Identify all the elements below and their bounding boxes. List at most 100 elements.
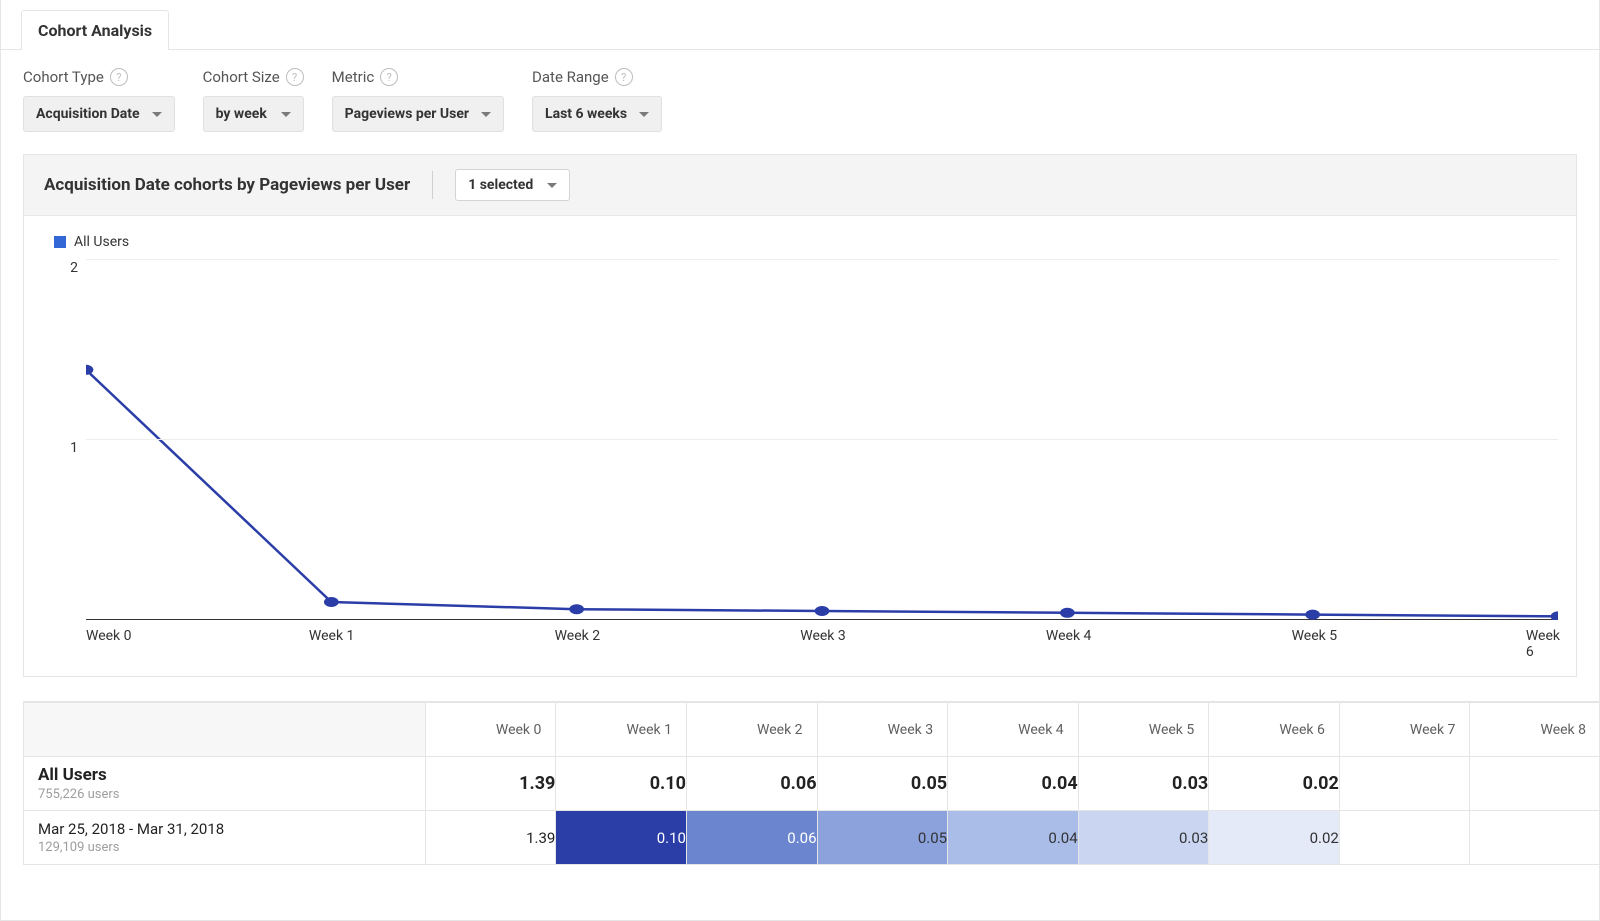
plot-area: 21 bbox=[52, 260, 1558, 620]
chart-series-selector[interactable]: 1 selected bbox=[455, 169, 570, 201]
data-point[interactable] bbox=[86, 365, 93, 375]
control-label: Cohort Size ? bbox=[203, 68, 304, 86]
chevron-down-icon bbox=[639, 112, 649, 117]
dropdown-value: Last 6 weeks bbox=[545, 106, 627, 122]
chart-title: Acquisition Date cohorts by Pageviews pe… bbox=[44, 175, 410, 195]
x-axis: Week 0Week 1Week 2Week 3Week 4Week 5Week… bbox=[86, 628, 1558, 648]
table-corner bbox=[24, 703, 426, 757]
dropdown-cohort-type[interactable]: Acquisition Date bbox=[23, 96, 175, 132]
table-cell: 1.39 bbox=[425, 757, 556, 811]
grid-line bbox=[86, 439, 1558, 440]
column-header: Week 3 bbox=[817, 703, 948, 757]
help-icon[interactable]: ? bbox=[380, 68, 398, 86]
x-tick: Week 1 bbox=[309, 628, 355, 644]
row-sublabel: 129,109 users bbox=[38, 840, 411, 855]
data-point[interactable] bbox=[569, 604, 584, 614]
cohort-table: Week 0Week 1Week 2Week 3Week 4Week 5Week… bbox=[23, 702, 1599, 865]
data-point[interactable] bbox=[1060, 608, 1075, 618]
legend-label: All Users bbox=[74, 234, 129, 250]
chevron-down-icon bbox=[152, 112, 162, 117]
cohort-analysis-page: Cohort Analysis Cohort Type ? Acquisitio… bbox=[0, 0, 1600, 921]
series-line bbox=[86, 370, 1558, 617]
data-point[interactable] bbox=[324, 597, 339, 607]
chart-body: All Users 21 Week 0Week 1Week 2Week 3Wee… bbox=[24, 216, 1576, 676]
control-date-range: Date Range ? Last 6 weeks bbox=[532, 68, 662, 132]
dropdown-value: by week bbox=[216, 106, 267, 122]
label-text: Cohort Size bbox=[203, 68, 280, 86]
legend-swatch bbox=[54, 236, 66, 248]
table-cell: 0.02 bbox=[1209, 757, 1340, 811]
table-cell bbox=[1339, 757, 1470, 811]
table-cell: 0.03 bbox=[1078, 811, 1209, 865]
table-cell bbox=[1339, 811, 1470, 865]
chevron-down-icon bbox=[281, 112, 291, 117]
table-header-row: Week 0Week 1Week 2Week 3Week 4Week 5Week… bbox=[24, 703, 1600, 757]
dropdown-value: Acquisition Date bbox=[36, 106, 140, 122]
table-cell: 0.02 bbox=[1209, 811, 1340, 865]
x-tick: Week 3 bbox=[800, 628, 846, 644]
cohort-table-wrap: Week 0Week 1Week 2Week 3Week 4Week 5Week… bbox=[23, 701, 1599, 865]
tab-cohort-analysis[interactable]: Cohort Analysis bbox=[21, 10, 169, 50]
help-icon[interactable]: ? bbox=[110, 68, 128, 86]
table-cell bbox=[1470, 811, 1599, 865]
row-header: All Users 755,226 users bbox=[24, 757, 426, 811]
control-cohort-type: Cohort Type ? Acquisition Date bbox=[23, 68, 175, 132]
control-metric: Metric ? Pageviews per User bbox=[332, 68, 504, 132]
column-header: Week 1 bbox=[556, 703, 687, 757]
label-text: Cohort Type bbox=[23, 68, 104, 86]
plot bbox=[86, 260, 1558, 620]
table-cell: 0.06 bbox=[686, 757, 817, 811]
row-label: All Users bbox=[38, 765, 411, 785]
y-tick: 2 bbox=[70, 260, 78, 276]
dropdown-date-range[interactable]: Last 6 weeks bbox=[532, 96, 662, 132]
dropdown-metric[interactable]: Pageviews per User bbox=[332, 96, 504, 132]
tab-label: Cohort Analysis bbox=[38, 21, 152, 40]
chevron-down-icon bbox=[547, 183, 557, 188]
table-row: All Users755,226 users1.390.100.060.050.… bbox=[24, 757, 1600, 811]
help-icon[interactable]: ? bbox=[615, 68, 633, 86]
table-cell bbox=[1470, 757, 1599, 811]
column-header: Week 4 bbox=[948, 703, 1079, 757]
dropdown-value: Pageviews per User bbox=[345, 106, 469, 122]
table-cell: 0.10 bbox=[556, 757, 687, 811]
x-tick: Week 5 bbox=[1292, 628, 1338, 644]
x-tick: Week 4 bbox=[1046, 628, 1092, 644]
controls-row: Cohort Type ? Acquisition Date Cohort Si… bbox=[1, 50, 1599, 154]
control-label: Metric ? bbox=[332, 68, 504, 86]
grid-line bbox=[86, 259, 1558, 260]
chart-series bbox=[86, 260, 1558, 620]
table-body: All Users755,226 users1.390.100.060.050.… bbox=[24, 757, 1600, 865]
chart-panel: Acquisition Date cohorts by Pageviews pe… bbox=[23, 154, 1577, 677]
column-header: Week 6 bbox=[1209, 703, 1340, 757]
row-sublabel: 755,226 users bbox=[38, 787, 411, 802]
chart-legend: All Users bbox=[54, 234, 1558, 250]
data-point[interactable] bbox=[1305, 610, 1320, 620]
data-point[interactable] bbox=[1551, 611, 1558, 620]
help-icon[interactable]: ? bbox=[286, 68, 304, 86]
table-cell: 0.04 bbox=[948, 811, 1079, 865]
data-point[interactable] bbox=[815, 606, 830, 616]
row-label: Mar 25, 2018 - Mar 31, 2018 bbox=[38, 820, 411, 838]
tab-bar: Cohort Analysis bbox=[1, 0, 1599, 50]
dropdown-cohort-size[interactable]: by week bbox=[203, 96, 304, 132]
table-cell: 0.05 bbox=[817, 757, 948, 811]
table-cell: 0.05 bbox=[817, 811, 948, 865]
table-cell: 1.39 bbox=[425, 811, 556, 865]
control-cohort-size: Cohort Size ? by week bbox=[203, 68, 304, 132]
column-header: Week 5 bbox=[1078, 703, 1209, 757]
control-label: Cohort Type ? bbox=[23, 68, 175, 86]
divider bbox=[432, 171, 433, 199]
column-header: Week 2 bbox=[686, 703, 817, 757]
column-header: Week 7 bbox=[1339, 703, 1470, 757]
chevron-down-icon bbox=[481, 112, 491, 117]
x-tick: Week 0 bbox=[86, 628, 132, 644]
selector-value: 1 selected bbox=[468, 177, 533, 193]
column-header: Week 8 bbox=[1470, 703, 1599, 757]
table-cell: 0.06 bbox=[686, 811, 817, 865]
table-cell: 0.04 bbox=[948, 757, 1079, 811]
table-row: Mar 25, 2018 - Mar 31, 2018 129,109 users… bbox=[24, 811, 1600, 865]
control-label: Date Range ? bbox=[532, 68, 662, 86]
column-header: Week 0 bbox=[425, 703, 556, 757]
chart-header: Acquisition Date cohorts by Pageviews pe… bbox=[24, 155, 1576, 216]
y-tick: 1 bbox=[70, 440, 78, 456]
